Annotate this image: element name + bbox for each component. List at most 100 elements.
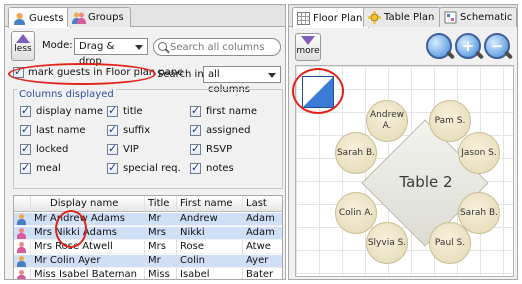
column-option-display-name[interactable]: display name <box>20 104 103 117</box>
search-in-label: Search in: <box>157 69 208 80</box>
seat-name: Andrew A. <box>370 110 404 131</box>
column-checkbox[interactable] <box>107 161 118 174</box>
cell-display-name: Mr Andrew Adams <box>34 213 125 224</box>
cell-first-name: Isabel <box>180 269 210 280</box>
table-name: Table 2 <box>399 173 453 191</box>
column-header-display-name[interactable]: Display name <box>50 198 118 209</box>
column-option-assigned[interactable]: assigned <box>190 123 251 136</box>
seat[interactable]: Andrew A. <box>366 100 408 142</box>
seat[interactable]: Jason S. <box>458 132 500 174</box>
cell-display-name: Mrs Rose Atwell <box>34 241 113 252</box>
table-plan-icon <box>368 11 381 24</box>
table-row[interactable]: Miss Isabel Bateman Miss Isabel Bater <box>14 269 282 280</box>
seat[interactable]: Pam S. <box>429 100 471 142</box>
tab-floor-plan[interactable]: Floor Plan <box>292 7 370 28</box>
column-header-last[interactable]: Last <box>246 198 267 209</box>
cell-first-name: Nikki <box>180 227 205 238</box>
person-icon <box>17 214 26 225</box>
column-option-notes[interactable]: notes <box>190 161 234 174</box>
zoom-out-symbol: − <box>490 37 504 55</box>
cell-title: Mr <box>148 255 161 266</box>
seat-name: Sarah B. <box>336 147 376 158</box>
column-checkbox[interactable] <box>20 161 31 174</box>
column-checkbox[interactable] <box>107 123 118 136</box>
column-option-label: assigned <box>206 125 251 136</box>
tab-guests-label: Guests <box>29 12 64 24</box>
column-checkbox[interactable] <box>190 161 201 174</box>
seat-name: Pam S. <box>434 115 466 126</box>
column-option-special-req[interactable]: special req. <box>107 161 181 174</box>
column-option-rsvp[interactable]: RSVP <box>190 142 233 155</box>
highlight-circle <box>55 210 87 248</box>
column-option-label: special req. <box>123 163 181 174</box>
right-tabbar: Floor Plan Table Plan Schematic <box>289 5 517 28</box>
tab-table-plan[interactable]: Table Plan <box>363 7 442 27</box>
tab-guests[interactable]: Guests <box>8 7 71 28</box>
column-option-label: VIP <box>123 144 139 155</box>
tab-groups-label: Groups <box>88 12 124 23</box>
seat-name: Paul S. <box>434 237 466 248</box>
cell-title: Mr <box>148 213 161 224</box>
column-checkbox[interactable] <box>20 123 31 136</box>
cell-display-name: Miss Isabel Bateman <box>34 269 138 280</box>
tab-groups[interactable]: Groups <box>67 7 131 27</box>
zoom-out-button[interactable]: − <box>484 33 514 60</box>
columns-displayed-group: Columns displayed display name title fir… <box>13 89 283 189</box>
cell-last-name: Atwe <box>246 241 271 252</box>
column-checkbox[interactable] <box>20 142 31 155</box>
search-input[interactable] <box>170 40 275 54</box>
column-checkbox[interactable] <box>107 104 118 117</box>
cell-display-name: Mr Colin Ayer <box>34 255 101 266</box>
search-field[interactable] <box>153 38 281 56</box>
column-option-label: meal <box>36 163 61 174</box>
column-option-suffix[interactable]: suffix <box>107 123 151 136</box>
guests-toolbar: less Mode: Drag & drop <box>5 29 285 67</box>
column-option-label: suffix <box>123 125 151 136</box>
cell-last-name: Ayer <box>246 255 269 266</box>
cell-first-name: Colin <box>180 255 205 266</box>
guests-icon <box>13 12 26 25</box>
search-in-select[interactable]: all columns <box>203 66 281 95</box>
column-checkbox[interactable] <box>20 104 31 117</box>
seat[interactable]: Paul S. <box>429 222 471 264</box>
floor-plan-pane: Floor Plan Table Plan Schematic more + − <box>288 4 518 280</box>
zoom-in-button[interactable]: + <box>455 33 485 60</box>
mode-select[interactable]: Drag & drop <box>74 38 148 67</box>
seat[interactable]: Slyvia S. <box>366 222 408 264</box>
table-row[interactable]: Mrs Rose Atwell Mrs Rose Atwe <box>14 241 282 254</box>
less-button[interactable]: less <box>11 31 35 61</box>
column-checkbox[interactable] <box>107 142 118 155</box>
column-header-title[interactable]: Title <box>148 198 169 209</box>
column-header-first-name[interactable]: First name <box>180 198 233 209</box>
cell-first-name: Andrew <box>180 213 218 224</box>
seat[interactable]: Sarah B. <box>335 132 377 174</box>
column-option-label: title <box>123 106 143 117</box>
columns-displayed-title: Columns displayed <box>17 89 116 100</box>
column-checkbox[interactable] <box>190 104 201 117</box>
collapse-up-icon <box>16 34 30 43</box>
column-option-last-name[interactable]: last name <box>20 123 86 136</box>
column-option-first-name[interactable]: first name <box>190 104 257 117</box>
floor-plan-icon <box>297 11 310 25</box>
cell-title: Mrs <box>148 241 166 252</box>
column-option-title[interactable]: title <box>107 104 143 117</box>
cell-title: Miss <box>148 269 170 280</box>
table-row[interactable]: Mr Colin Ayer Mr Colin Ayer <box>14 255 282 268</box>
guest-table: Display name Title First name Last Mr An… <box>13 195 283 280</box>
column-option-vip[interactable]: VIP <box>107 142 139 155</box>
tab-schematic[interactable]: Schematic <box>439 7 517 27</box>
zoom-fit-button[interactable] <box>426 33 456 60</box>
floor-plan-canvas[interactable]: Table 2 Andrew A. Pam S. Sarah B. Jason … <box>292 65 514 277</box>
table-row[interactable]: Mr Andrew Adams Mr Andrew Adam <box>14 213 282 226</box>
column-checkbox[interactable] <box>190 123 201 136</box>
tab-floor-plan-label: Floor Plan <box>313 12 363 24</box>
chevron-down-icon <box>135 45 143 50</box>
tab-table-plan-label: Table Plan <box>384 12 435 23</box>
column-option-label: RSVP <box>206 144 233 155</box>
column-option-meal[interactable]: meal <box>20 161 61 174</box>
column-option-label: last name <box>36 125 86 136</box>
column-checkbox[interactable] <box>190 142 201 155</box>
column-option-locked[interactable]: locked <box>20 142 68 155</box>
left-tabbar: Guests Groups <box>5 5 285 28</box>
more-button[interactable]: more <box>295 33 321 61</box>
